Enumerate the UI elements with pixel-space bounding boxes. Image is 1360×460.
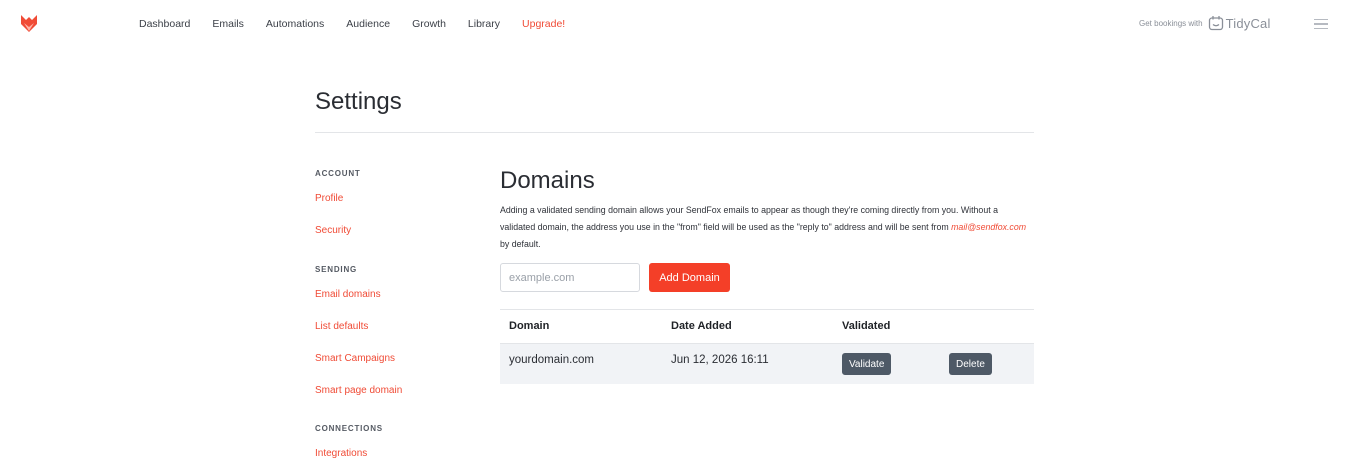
sidebar-heading-account: ACCOUNT bbox=[315, 169, 361, 178]
table-header: Domain Date Added Validated bbox=[500, 309, 1034, 344]
sidebar-item-profile[interactable]: Profile bbox=[315, 193, 343, 204]
nav-audience[interactable]: Audience bbox=[346, 18, 390, 30]
page-title: Settings bbox=[315, 88, 402, 115]
domains-table: Domain Date Added Validated yourdomain.c… bbox=[500, 309, 1034, 384]
date-added-cell: Jun 12, 2026 16:11 bbox=[671, 354, 769, 366]
sidebar-item-email-domains[interactable]: Email domains bbox=[315, 289, 381, 300]
tidycal-calendar-icon bbox=[1208, 15, 1224, 31]
nav-upgrade[interactable]: Upgrade! bbox=[522, 18, 565, 30]
nav-library[interactable]: Library bbox=[468, 18, 500, 30]
sidebar-item-smart-page-domain[interactable]: Smart page domain bbox=[315, 385, 402, 396]
sidebar-item-list-defaults[interactable]: List defaults bbox=[315, 321, 368, 332]
title-divider bbox=[315, 132, 1034, 133]
tidycal-brand: TidyCal bbox=[1225, 15, 1271, 31]
sendfox-logo-icon[interactable] bbox=[21, 15, 37, 33]
delete-button[interactable]: Delete bbox=[949, 353, 992, 375]
nav-growth[interactable]: Growth bbox=[412, 18, 446, 30]
description-text: Adding a validated sending domain allows… bbox=[500, 205, 998, 232]
domain-cell: yourdomain.com bbox=[509, 354, 595, 366]
column-header-date-added: Date Added bbox=[671, 320, 732, 332]
top-navigation: Dashboard Emails Automations Audience Gr… bbox=[0, 0, 1360, 50]
default-sender-email: mail@sendfox.com bbox=[951, 222, 1027, 232]
nav-dashboard[interactable]: Dashboard bbox=[139, 18, 190, 30]
sidebar-heading-connections: CONNECTIONS bbox=[315, 424, 383, 433]
tidycal-promo-link[interactable]: Get bookings with TidyCal bbox=[1139, 15, 1271, 31]
sidebar-item-smart-campaigns[interactable]: Smart Campaigns bbox=[315, 353, 395, 364]
domains-description: Adding a validated sending domain allows… bbox=[500, 202, 1034, 253]
section-title: Domains bbox=[500, 167, 595, 194]
promo-text: Get bookings with bbox=[1139, 18, 1203, 28]
domain-input[interactable] bbox=[500, 263, 640, 292]
column-header-validated: Validated bbox=[842, 320, 891, 332]
column-header-domain: Domain bbox=[509, 320, 550, 332]
sidebar-item-security[interactable]: Security bbox=[315, 225, 351, 236]
sidebar-heading-sending: SENDING bbox=[315, 265, 358, 274]
nav-automations[interactable]: Automations bbox=[266, 18, 324, 30]
table-row: yourdomain.com Jun 12, 2026 16:11 Valida… bbox=[500, 344, 1034, 384]
add-domain-button[interactable]: Add Domain bbox=[649, 263, 730, 292]
description-suffix: by default. bbox=[500, 239, 541, 249]
sidebar-item-integrations[interactable]: Integrations bbox=[315, 448, 367, 459]
hamburger-menu-icon[interactable] bbox=[1314, 19, 1328, 30]
validate-button[interactable]: Validate bbox=[842, 353, 892, 375]
nav-emails[interactable]: Emails bbox=[212, 18, 244, 30]
main-menu: Dashboard Emails Automations Audience Gr… bbox=[139, 18, 587, 30]
